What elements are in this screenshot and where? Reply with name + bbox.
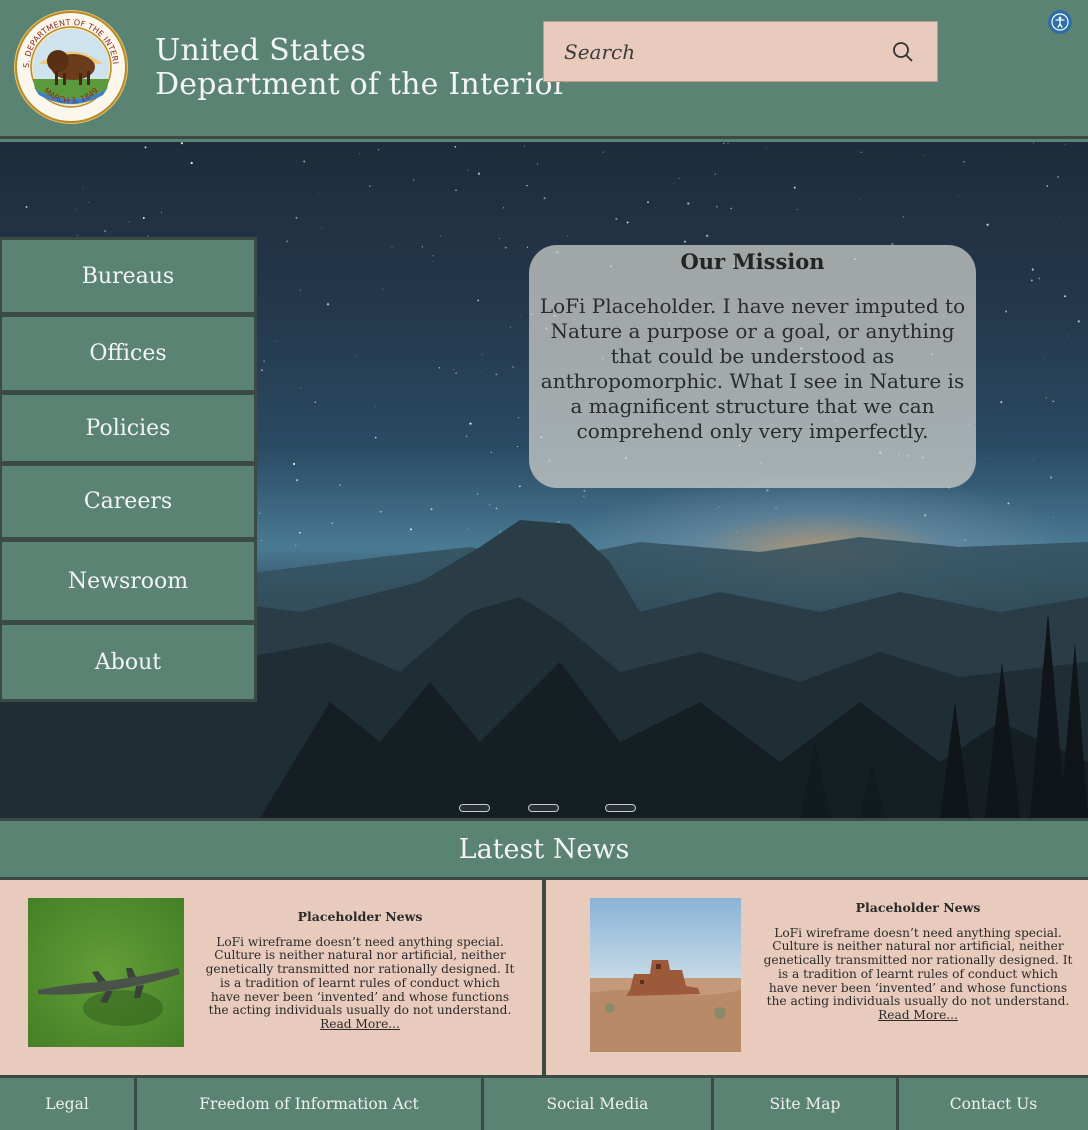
footer-link-legal[interactable]: Legal — [0, 1078, 134, 1130]
alligator-image[interactable] — [28, 898, 184, 1047]
carousel-dot-2[interactable] — [528, 804, 559, 812]
site-title-line1: United States — [155, 33, 367, 68]
news-body: LoFi wireframe doesn’t need anything spe… — [205, 934, 515, 1018]
news-title: Placeholder News — [855, 900, 981, 915]
site-footer: Legal Freedom of Information Act Social … — [0, 1075, 1088, 1130]
read-more-link[interactable]: Read More... — [878, 1008, 958, 1022]
news-title: Placeholder News — [297, 909, 423, 924]
footer-link-social-media[interactable]: Social Media — [484, 1078, 711, 1130]
site-title[interactable]: United States Department of the Interior — [155, 34, 567, 102]
carousel-dot-3[interactable] — [605, 804, 636, 812]
news-heading: Latest News — [0, 818, 1088, 880]
footer-link-contact-us[interactable]: Contact Us — [899, 1078, 1088, 1130]
sidebar-item-careers[interactable]: Careers — [0, 463, 257, 540]
sidebar-item-newsroom[interactable]: Newsroom — [0, 539, 257, 623]
news-text: Placeholder News LoFi wireframe doesn’t … — [763, 901, 1073, 1023]
read-more-link[interactable]: Read More... — [320, 1017, 400, 1031]
search-box — [543, 21, 938, 82]
footer-link-site-map[interactable]: Site Map — [714, 1078, 896, 1130]
accessibility-icon[interactable] — [1048, 10, 1072, 34]
news-section: Placeholder News LoFi wireframe doesn’t … — [0, 880, 1088, 1075]
mission-title: Our Mission — [680, 249, 825, 274]
desert-ruins-image[interactable] — [590, 898, 741, 1052]
department-seal-logo[interactable]: U.S. DEPARTMENT OF THE INTERIOR MARCH 3,… — [13, 9, 129, 125]
site-title-line2: Department of the Interior — [155, 67, 568, 102]
carousel-dot-1[interactable] — [459, 804, 490, 812]
sidebar-item-offices[interactable]: Offices — [0, 314, 257, 393]
sidebar-item-about[interactable]: About — [0, 622, 257, 702]
news-card: Placeholder News LoFi wireframe doesn’t … — [0, 880, 542, 1075]
footer-link-foia[interactable]: Freedom of Information Act — [137, 1078, 481, 1130]
search-icon[interactable] — [889, 38, 917, 66]
search-input[interactable] — [564, 39, 889, 64]
mission-card: Our Mission LoFi Placeholder. I have nev… — [529, 245, 976, 488]
sidebar-item-bureaus[interactable]: Bureaus — [0, 237, 257, 315]
mission-text: LoFi Placeholder. I have never imputed t… — [539, 294, 966, 443]
news-text: Placeholder News LoFi wireframe doesn’t … — [205, 910, 515, 1032]
news-card: Placeholder News LoFi wireframe doesn’t … — [546, 880, 1088, 1075]
sidebar-nav: Bureaus Offices Policies Careers Newsroo… — [0, 237, 257, 702]
hero-banner: Bureaus Offices Policies Careers Newsroo… — [0, 142, 1088, 818]
sidebar-item-policies[interactable]: Policies — [0, 392, 257, 464]
news-body: LoFi wireframe doesn’t need anything spe… — [763, 925, 1073, 1009]
site-header: U.S. DEPARTMENT OF THE INTERIOR MARCH 3,… — [0, 0, 1088, 139]
